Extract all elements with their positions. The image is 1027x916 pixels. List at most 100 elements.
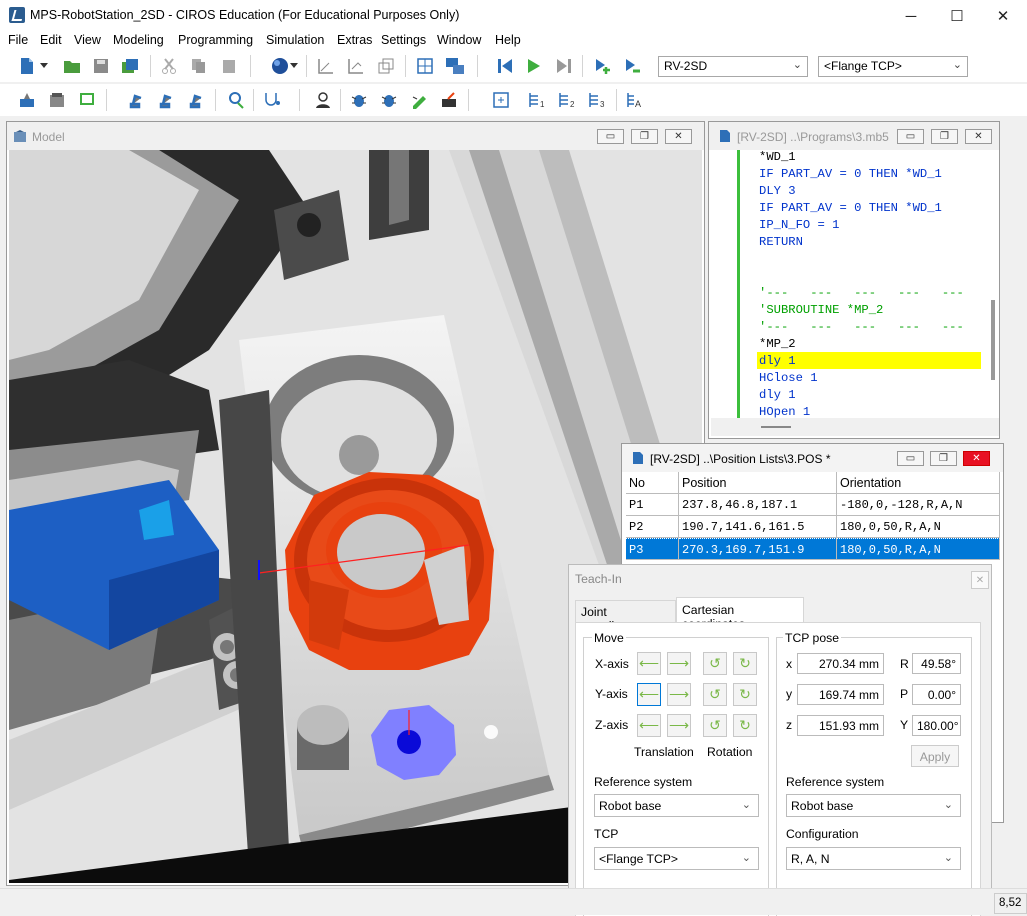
play-icon[interactable] bbox=[524, 56, 544, 76]
step-1-icon[interactable]: 1 bbox=[528, 90, 548, 110]
layout-grid-icon[interactable] bbox=[491, 90, 511, 110]
menu-view[interactable]: View bbox=[74, 33, 101, 47]
step-2-icon[interactable]: 2 bbox=[558, 90, 578, 110]
reset-simulation-icon[interactable] bbox=[495, 56, 515, 76]
menu-help[interactable]: Help bbox=[495, 33, 521, 47]
program-close-button[interactable]: ✕ bbox=[965, 129, 992, 144]
close-button[interactable]: ✕ bbox=[980, 0, 1026, 32]
x-rotate-cw-button[interactable]: ↻ bbox=[733, 652, 757, 675]
user-icon[interactable] bbox=[313, 90, 333, 110]
new-dropdown-icon[interactable] bbox=[38, 56, 50, 76]
pose-x-field[interactable]: 270.34 mm bbox=[797, 653, 884, 674]
grid-icon[interactable] bbox=[415, 56, 435, 76]
step-icon[interactable] bbox=[554, 56, 574, 76]
z-rotate-ccw-button[interactable]: ↺ bbox=[703, 714, 727, 737]
save-icon[interactable] bbox=[91, 56, 111, 76]
bug-icon[interactable] bbox=[349, 90, 369, 110]
cut-icon[interactable] bbox=[159, 56, 179, 76]
robot-tool-icon[interactable] bbox=[17, 90, 37, 110]
frame-icon[interactable] bbox=[376, 56, 396, 76]
bug-2-icon[interactable] bbox=[379, 90, 399, 110]
y-plus-button[interactable]: ⟶ bbox=[667, 683, 691, 706]
pose-yaw-field[interactable]: 180.00° bbox=[912, 715, 961, 736]
text-edit-icon[interactable]: A bbox=[625, 90, 645, 110]
pose-r-field[interactable]: 49.58° bbox=[912, 653, 961, 674]
column-header-no[interactable]: No bbox=[626, 472, 679, 494]
pose-z-field[interactable]: 151.93 mm bbox=[797, 715, 884, 736]
robot-arm-3-icon[interactable] bbox=[187, 90, 207, 110]
menu-extras[interactable]: Extras bbox=[337, 33, 372, 47]
sphere-view-icon[interactable] bbox=[270, 56, 290, 76]
save-all-icon[interactable] bbox=[120, 56, 140, 76]
z-rotate-cw-button[interactable]: ↻ bbox=[733, 714, 757, 737]
minimize-button[interactable]: ─ bbox=[888, 0, 934, 32]
robot-arm-icon[interactable] bbox=[127, 90, 147, 110]
configuration-select[interactable]: R, A, N ⌄ bbox=[786, 847, 961, 870]
y-rotate-ccw-button[interactable]: ↺ bbox=[703, 683, 727, 706]
table-cell[interactable]: P1 bbox=[626, 494, 679, 516]
model-close-button[interactable]: ✕ bbox=[665, 129, 692, 144]
remove-point-icon[interactable] bbox=[622, 56, 642, 76]
program-minimize-button[interactable]: ▭ bbox=[897, 129, 924, 144]
copy-icon[interactable] bbox=[189, 56, 209, 76]
step-3-icon[interactable]: 3 bbox=[588, 90, 608, 110]
eraser-icon[interactable] bbox=[439, 90, 459, 110]
pose-y-field[interactable]: 169.74 mm bbox=[797, 684, 884, 705]
z-minus-button[interactable]: ⟵ bbox=[637, 714, 661, 737]
table-cell-selected[interactable]: 180,0,50,R,A,N bbox=[837, 538, 1000, 560]
table-cell-selected[interactable]: 270.3,169.7,151.9 bbox=[679, 538, 837, 560]
pose-reference-select[interactable]: Robot base ⌄ bbox=[786, 794, 961, 817]
y-minus-button[interactable]: ⟵ bbox=[637, 683, 661, 706]
monitor-icon[interactable] bbox=[77, 90, 97, 110]
x-plus-button[interactable]: ⟶ bbox=[667, 652, 691, 675]
robot-select[interactable]: RV-2SD ⌄ bbox=[658, 56, 808, 77]
new-file-icon[interactable] bbox=[17, 56, 37, 76]
table-cell[interactable]: 237.8,46.8,187.1 bbox=[679, 494, 837, 516]
axis-xy-icon[interactable] bbox=[316, 56, 336, 76]
menu-modeling[interactable]: Modeling bbox=[113, 33, 164, 47]
column-header-position[interactable]: Position bbox=[679, 472, 837, 494]
model-minimize-button[interactable]: ▭ bbox=[597, 129, 624, 144]
horizontal-scrollbar[interactable] bbox=[711, 418, 999, 436]
menu-window[interactable]: Window bbox=[437, 33, 481, 47]
sphere-dropdown-icon[interactable] bbox=[288, 56, 300, 76]
code-scrollbar[interactable] bbox=[991, 300, 995, 380]
robot-arm-2-icon[interactable] bbox=[157, 90, 177, 110]
x-rotate-ccw-button[interactable]: ↺ bbox=[703, 652, 727, 675]
collision-icon[interactable] bbox=[226, 90, 246, 110]
add-point-icon[interactable] bbox=[592, 56, 612, 76]
table-cell[interactable]: 190.7,141.6,161.5 bbox=[679, 516, 837, 538]
workcell-icon[interactable] bbox=[47, 90, 67, 110]
tab-cartesian-coordinates[interactable]: Cartesian coordinates bbox=[676, 597, 804, 631]
pose-p-field[interactable]: 0.00° bbox=[912, 684, 961, 705]
x-minus-button[interactable]: ⟵ bbox=[637, 652, 661, 675]
table-cell[interactable]: 180,0,50,R,A,N bbox=[837, 516, 1000, 538]
position-minimize-button[interactable]: ▭ bbox=[897, 451, 924, 466]
menu-programming[interactable]: Programming bbox=[178, 33, 253, 47]
y-rotate-cw-button[interactable]: ↻ bbox=[733, 683, 757, 706]
code-editor[interactable]: *WD_1 IF PART_AV = 0 THEN *WD_1 DLY 3 IF… bbox=[711, 150, 999, 418]
move-reference-select[interactable]: Robot base ⌄ bbox=[594, 794, 759, 817]
menu-simulation[interactable]: Simulation bbox=[266, 33, 324, 47]
open-folder-icon[interactable] bbox=[62, 56, 82, 76]
z-plus-button[interactable]: ⟶ bbox=[667, 714, 691, 737]
menu-settings[interactable]: Settings bbox=[381, 33, 426, 47]
tcp-select[interactable]: <Flange TCP> ⌄ bbox=[818, 56, 968, 77]
paste-icon[interactable] bbox=[219, 56, 239, 76]
menu-edit[interactable]: Edit bbox=[40, 33, 62, 47]
diagnosis-icon[interactable] bbox=[262, 90, 282, 110]
pencil-icon[interactable] bbox=[409, 90, 429, 110]
column-header-orientation[interactable]: Orientation bbox=[837, 472, 1000, 494]
apply-button[interactable]: Apply bbox=[911, 745, 959, 767]
axis-xz-icon[interactable] bbox=[346, 56, 366, 76]
network-icon[interactable] bbox=[445, 56, 465, 76]
position-close-button[interactable]: ✕ bbox=[963, 451, 990, 466]
menu-file[interactable]: File bbox=[8, 33, 28, 47]
program-restore-button[interactable]: ❐ bbox=[931, 129, 958, 144]
table-cell-selected[interactable]: P3 bbox=[626, 538, 679, 560]
tcp-select-dialog[interactable]: <Flange TCP> ⌄ bbox=[594, 847, 759, 870]
tab-joint-coordinates[interactable]: Joint coordinates bbox=[575, 600, 676, 633]
teach-in-close-button[interactable]: ✕ bbox=[971, 571, 989, 589]
table-cell[interactable]: -180,0,-128,R,A,N bbox=[837, 494, 1000, 516]
maximize-button[interactable]: ☐ bbox=[934, 0, 980, 32]
